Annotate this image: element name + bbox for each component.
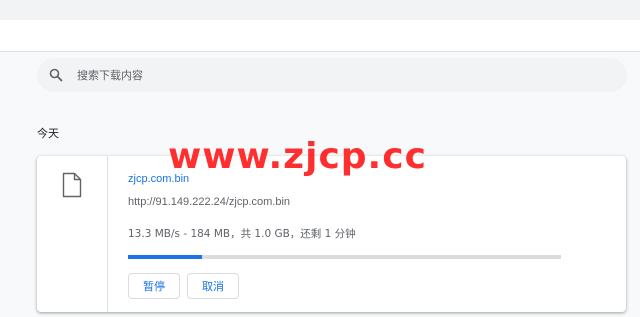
download-progress-bar (128, 255, 561, 259)
search-icon (49, 68, 63, 82)
search-bar[interactable] (37, 58, 627, 92)
file-name-link[interactable]: zjcp.com.bin (128, 173, 189, 185)
download-progress-fill (128, 255, 202, 259)
download-status-text: 13.3 MB/s - 184 MB，共 1.0 GB，还剩 1 分钟 (128, 228, 356, 240)
file-icon (62, 172, 82, 198)
cancel-button[interactable]: 取消 (187, 273, 239, 299)
search-input[interactable] (77, 65, 577, 85)
file-icon-area (37, 156, 108, 312)
download-item-card: zjcp.com.bin http://91.149.222.24/zjcp.c… (37, 156, 626, 312)
date-group-heading: 今天 (37, 127, 59, 140)
file-source-url: http://91.149.222.24/zjcp.com.bin (128, 196, 291, 208)
top-bar (0, 0, 640, 20)
page-header (0, 20, 640, 52)
pause-button[interactable]: 暂停 (128, 273, 180, 299)
